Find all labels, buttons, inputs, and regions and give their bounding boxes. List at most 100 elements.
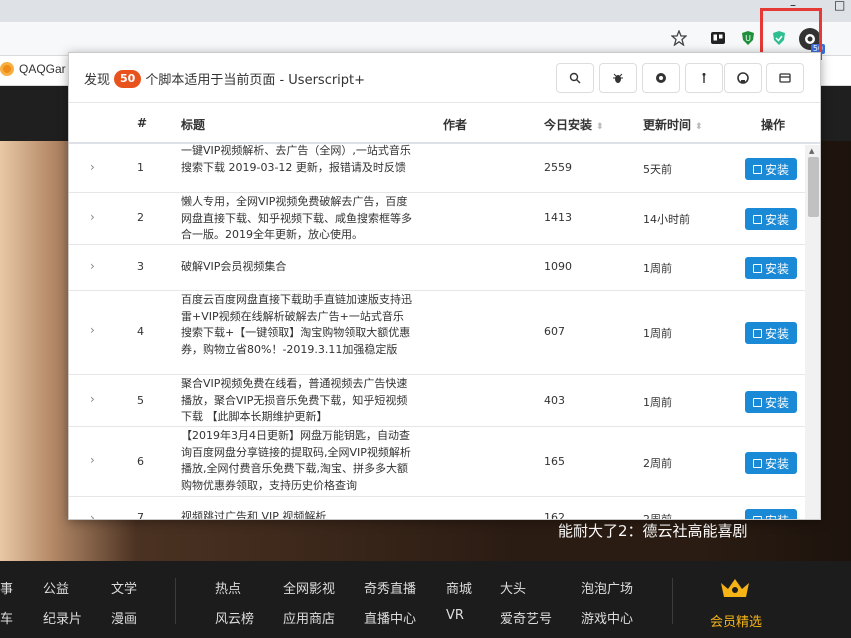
expand-chevron-icon[interactable]: ›: [90, 160, 95, 174]
scroll-thumb[interactable]: [808, 157, 819, 217]
download-icon: [752, 515, 762, 519]
col-updated[interactable]: 更新时间 ⬍: [643, 116, 703, 133]
footer-link[interactable]: 全网影视: [283, 578, 335, 597]
bug-button[interactable]: [599, 63, 637, 93]
star-icon[interactable]: [669, 28, 689, 48]
search-button[interactable]: [556, 63, 594, 93]
updated-time: 2周前: [643, 513, 672, 520]
bookmark-favicon-icon: [0, 62, 14, 76]
settings-button[interactable]: [642, 63, 680, 93]
expand-chevron-icon[interactable]: ›: [90, 453, 95, 467]
userscript-popup: 发现 50 个脚本适用于当前页面 - Userscript+ # 标题 作者 今…: [68, 52, 821, 520]
script-title[interactable]: 聚合VIP视频免费在线看，普通视频去广告快速播放，聚合VIP无损音乐免费下载，知…: [181, 376, 413, 426]
footer-link[interactable]: 事: [0, 578, 13, 597]
col-author: 作者: [443, 118, 468, 132]
install-count: 1090: [544, 260, 572, 273]
expand-chevron-icon[interactable]: ›: [90, 210, 95, 224]
footer-link[interactable]: 奇秀直播: [364, 578, 416, 597]
download-icon: [752, 397, 762, 407]
script-title[interactable]: 视频跳过广告和 VIP 视频解析: [181, 509, 413, 519]
script-title[interactable]: 懒人专用，全网VIP视频免费破解去广告，百度网盘直接下载、知乎视频下载、咸鱼搜索…: [181, 194, 413, 244]
footer-link[interactable]: 应用商店: [283, 608, 335, 627]
updated-time: 1周前: [643, 396, 672, 409]
scroll-up-arrow-icon[interactable]: ▲: [809, 147, 814, 155]
footer-link[interactable]: 风云榜: [215, 608, 254, 627]
trello-icon[interactable]: [708, 28, 728, 48]
download-icon: [752, 164, 762, 174]
row-index: 5: [137, 394, 144, 407]
footer-link[interactable]: 车: [0, 608, 13, 627]
install-count: 607: [544, 325, 565, 338]
table-row[interactable]: › 2 懒人专用，全网VIP视频免费破解去广告，百度网盘直接下载、知乎视频下载、…: [69, 193, 805, 245]
install-button[interactable]: 安装: [745, 257, 797, 279]
sort-icon: ⬍: [695, 122, 703, 132]
install-button[interactable]: 安装: [745, 391, 797, 413]
footer-link[interactable]: 热点: [215, 578, 241, 597]
footer-link[interactable]: 商城: [446, 578, 472, 597]
card-icon: [779, 73, 791, 83]
table-row[interactable]: › 7 视频跳过广告和 VIP 视频解析 162 2周前 安装: [69, 497, 805, 520]
footer-divider: [175, 578, 176, 624]
expand-chevron-icon[interactable]: ›: [90, 392, 95, 406]
install-button[interactable]: 安装: [745, 158, 797, 180]
bug-icon: [613, 73, 623, 83]
download-icon: [752, 458, 762, 468]
updated-time: 1周前: [643, 327, 672, 340]
expand-chevron-icon[interactable]: ›: [90, 511, 95, 519]
footer-link[interactable]: 纪录片: [43, 608, 82, 627]
shield-icon[interactable]: U: [738, 28, 758, 48]
pin-button[interactable]: [685, 63, 723, 93]
row-index: 4: [137, 325, 144, 338]
footer-link[interactable]: VR: [446, 608, 464, 623]
script-count-badge: 50: [114, 69, 142, 88]
updated-time: 1周前: [643, 262, 672, 275]
footer-link[interactable]: 公益: [43, 578, 69, 597]
script-title[interactable]: 破解VIP会员视频集合: [181, 259, 413, 276]
install-button[interactable]: 安装: [745, 208, 797, 230]
footer-link[interactable]: 泡泡广场: [581, 578, 633, 597]
maximize-button[interactable]: □: [834, 0, 845, 11]
table-row[interactable]: › 4 百度云百度网盘直接下载助手直链加速版支持迅雷+VIP视频在线解析破解去广…: [69, 291, 805, 375]
install-button[interactable]: 安装: [745, 452, 797, 474]
script-title[interactable]: 一键VIP视频解析、去广告（全网）,一站式音乐搜索下载 2019-03-12 更…: [181, 143, 413, 176]
row-index: 6: [137, 455, 144, 468]
install-count: 1413: [544, 211, 572, 224]
popup-header: 发现 50 个脚本适用于当前页面 - Userscript+: [69, 53, 820, 103]
col-title: 标题: [181, 118, 206, 132]
table-row[interactable]: › 3 破解VIP会员视频集合 1090 1周前 安装: [69, 245, 805, 291]
svg-text:U: U: [745, 34, 751, 43]
updated-time: 2周前: [643, 457, 672, 470]
script-title[interactable]: 【2019年3月4日更新】网盘万能钥匙，自动查询百度网盘分享链接的提取码,全网V…: [181, 428, 413, 494]
github-button[interactable]: [724, 63, 762, 93]
download-icon: [752, 214, 762, 224]
footer-link[interactable]: 直播中心: [364, 608, 416, 627]
browser-toolbar: U 50: [0, 22, 851, 56]
install-count: 165: [544, 455, 565, 468]
table-row[interactable]: › 5 聚合VIP视频免费在线看，普通视频去广告快速播放，聚合VIP无损音乐免费…: [69, 375, 805, 427]
bookmark-qaqgar[interactable]: QAQGar: [0, 62, 66, 76]
script-title[interactable]: 百度云百度网盘直接下载助手直链加速版支持迅雷+VIP视频在线解析破解去广告+一站…: [181, 292, 413, 358]
hero-caption[interactable]: 能耐大了2：德云社高能喜剧: [558, 520, 748, 541]
row-index: 1: [137, 161, 144, 174]
install-button[interactable]: 安装: [745, 322, 797, 344]
updated-time: 14小时前: [643, 213, 690, 226]
install-button[interactable]: 安装: [745, 509, 797, 519]
expand-chevron-icon[interactable]: ›: [90, 323, 95, 337]
table-row[interactable]: › 6 【2019年3月4日更新】网盘万能钥匙，自动查询百度网盘分享链接的提取码…: [69, 427, 805, 497]
footer-link[interactable]: 大头: [500, 578, 526, 597]
footer-link[interactable]: 游戏中心: [581, 608, 633, 627]
download-icon: [752, 263, 762, 273]
vip-label[interactable]: 会员精选: [710, 611, 762, 630]
browser-titlebar: – □: [0, 0, 851, 22]
footer-link[interactable]: 漫画: [111, 608, 137, 627]
col-installs[interactable]: 今日安装 ⬍: [544, 116, 604, 133]
scrollbar[interactable]: ▲: [805, 145, 820, 519]
row-index: 2: [137, 211, 144, 224]
expand-chevron-icon[interactable]: ›: [90, 259, 95, 273]
footer-link[interactable]: 文学: [111, 578, 137, 597]
card-button[interactable]: [766, 63, 804, 93]
col-action: 操作: [761, 118, 786, 132]
footer-link[interactable]: 爱奇艺号: [500, 608, 552, 627]
pin-icon: [702, 73, 706, 83]
table-row[interactable]: › 1 一键VIP视频解析、去广告（全网）,一站式音乐搜索下载 2019-03-…: [69, 143, 805, 193]
